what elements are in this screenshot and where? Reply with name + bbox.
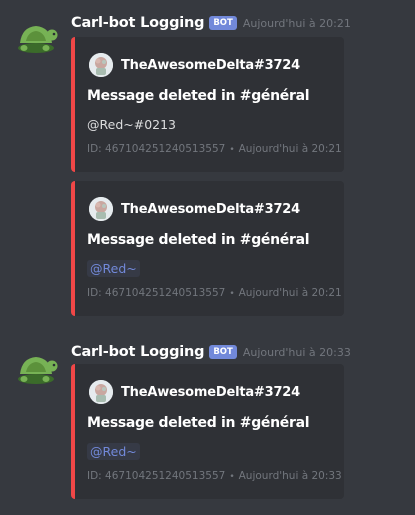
message-header: Carl-bot Logging BOT Aujourd'hui à 20:33: [71, 342, 351, 362]
embed-description: @Red~: [87, 443, 140, 460]
embed-author: TheAwesomeDelta#3724: [89, 380, 300, 404]
embed-footer: ID: 467104251240513557 • Aujourd'hui à 20:…: [87, 470, 342, 482]
turtle-icon[interactable]: [14, 13, 58, 57]
footer-separator: •: [229, 289, 235, 299]
footer-separator: •: [229, 472, 235, 482]
embed-author: TheAwesomeDelta#3724: [89, 197, 300, 221]
author-name[interactable]: Carl-bot Logging: [71, 15, 205, 31]
footer-id: ID: 467104251240513557: [87, 470, 226, 482]
footer-id: ID: 467104251240513557: [87, 143, 226, 155]
author-name[interactable]: Carl-bot Logging: [71, 344, 205, 360]
user-mention[interactable]: @Red~: [87, 443, 140, 460]
embed-author-name[interactable]: TheAwesomeDelta#3724: [121, 202, 300, 217]
bot-tag: BOT: [209, 16, 237, 30]
bot-tag: BOT: [209, 345, 237, 359]
embed-description: @Red~: [87, 260, 140, 277]
turtle-icon[interactable]: [14, 344, 58, 388]
embed-title: Message deleted in #général: [87, 88, 310, 104]
embed-description: @Red~#0213: [87, 117, 176, 132]
user-avatar-icon[interactable]: [89, 197, 113, 221]
embed: TheAwesomeDelta#3724 Message deleted in …: [71, 181, 344, 316]
footer-timestamp: Aujourd'hui à 20:21: [238, 287, 342, 299]
embed-author-name[interactable]: TheAwesomeDelta#3724: [121, 58, 300, 73]
embed-description-text: @Red~#0213: [87, 117, 177, 132]
message-timestamp[interactable]: Aujourd'hui à 20:21: [243, 17, 351, 30]
footer-separator: •: [229, 145, 235, 155]
embed-footer: ID: 467104251240513557 • Aujourd'hui à 20:…: [87, 287, 342, 299]
embed: TheAwesomeDelta#3724 Message deleted in …: [71, 37, 344, 172]
message-timestamp[interactable]: Aujourd'hui à 20:33: [243, 346, 351, 359]
embed-author: TheAwesomeDelta#3724: [89, 53, 300, 77]
user-mention[interactable]: @Red~: [87, 260, 140, 277]
message-group: Carl-bot Logging BOT Aujourd'hui à 20:21…: [0, 0, 415, 330]
embed: TheAwesomeDelta#3724 Message deleted in …: [71, 364, 344, 499]
footer-id: ID: 467104251240513557: [87, 287, 226, 299]
footer-timestamp: Aujourd'hui à 20:33: [238, 470, 342, 482]
user-avatar-icon[interactable]: [89, 53, 113, 77]
embed-title: Message deleted in #général: [87, 415, 310, 431]
embed-author-name[interactable]: TheAwesomeDelta#3724: [121, 385, 300, 400]
embed-footer: ID: 467104251240513557 • Aujourd'hui à 20:…: [87, 143, 342, 155]
footer-timestamp: Aujourd'hui à 20:21: [238, 143, 342, 155]
embed-title: Message deleted in #général: [87, 232, 310, 248]
message-header: Carl-bot Logging BOT Aujourd'hui à 20:21: [71, 13, 351, 33]
message-group: Carl-bot Logging BOT Aujourd'hui à 20:33…: [0, 330, 415, 515]
user-avatar-icon[interactable]: [89, 380, 113, 404]
